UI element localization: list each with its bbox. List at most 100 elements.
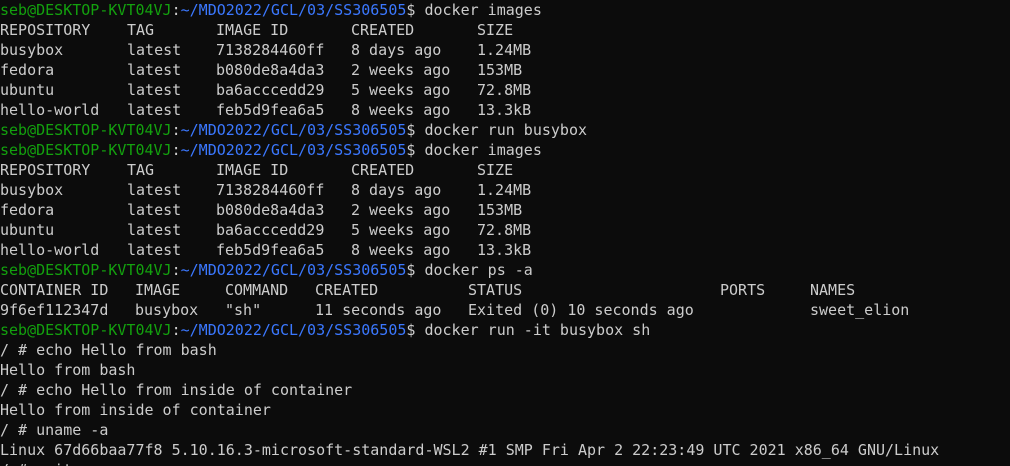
prompt-user-host: seb@DESKTOP-KVT04VJ (0, 1, 172, 19)
prompt-line: seb@DESKTOP-KVT04VJ:~/MDO2022/GCL/03/SS3… (0, 320, 650, 340)
table-cell: busybox (0, 181, 64, 199)
table-cell: latest (127, 181, 182, 199)
table-cell: 8 days ago (351, 41, 442, 59)
prompt-symbol: $ (406, 1, 425, 19)
table-cell: fedora (0, 61, 55, 79)
prompt-path: ~/MDO2022/GCL/03/SS306505 (180, 321, 407, 339)
column-header: REPOSITORY (0, 21, 91, 39)
table-cell: 1.24MB (477, 41, 532, 59)
table-cell: b080de8a4da3 (216, 201, 325, 219)
prompt-user-host: seb@DESKTOP-KVT04VJ (0, 261, 172, 279)
table-cell: "sh" (225, 301, 262, 319)
table-cell: fedora (0, 201, 55, 219)
table-cell: feb5d9fea6a5 (216, 101, 325, 119)
prompt-separator: : (171, 1, 181, 19)
shell-output-line: / # exit (0, 460, 72, 466)
prompt-user-host: seb@DESKTOP-KVT04VJ (0, 321, 172, 339)
table-cell: 2 weeks ago (351, 201, 451, 219)
table-cell: ba6acccedd29 (216, 221, 325, 239)
prompt-path: ~/MDO2022/GCL/03/SS306505 (180, 261, 407, 279)
prompt-symbol: $ (406, 141, 425, 159)
table-cell: ubuntu (0, 221, 55, 239)
column-header: IMAGE ID (216, 21, 289, 39)
shell-output-line: / # uname -a (0, 421, 109, 439)
table-cell: sweet_elion (810, 301, 910, 319)
prompt-symbol: $ (406, 121, 425, 139)
column-header: SIZE (477, 161, 514, 179)
command-text: docker ps -a (424, 261, 533, 279)
table-cell: 7138284460ff (216, 181, 325, 199)
prompt-separator: : (171, 321, 181, 339)
table-cell: hello-world (0, 241, 100, 259)
table-cell: 7138284460ff (216, 41, 325, 59)
prompt-line: seb@DESKTOP-KVT04VJ:~/MDO2022/GCL/03/SS3… (0, 0, 542, 20)
table-cell: latest (127, 41, 182, 59)
command-text: docker run busybox (424, 121, 588, 139)
prompt-line: seb@DESKTOP-KVT04VJ:~/MDO2022/GCL/03/SS3… (0, 120, 587, 140)
terminal-window[interactable]: seb@DESKTOP-KVT04VJ:~/MDO2022/GCL/03/SS3… (0, 0, 1010, 466)
column-header: PORTS (720, 281, 766, 299)
prompt-line: seb@DESKTOP-KVT04VJ:~/MDO2022/GCL/03/SS3… (0, 260, 533, 280)
table-cell: 13.3kB (477, 101, 532, 119)
table-cell: b080de8a4da3 (216, 61, 325, 79)
column-header: IMAGE ID (216, 161, 289, 179)
table-cell: latest (127, 201, 182, 219)
table-cell: 8 weeks ago (351, 101, 451, 119)
prompt-path: ~/MDO2022/GCL/03/SS306505 (180, 121, 407, 139)
prompt-separator: : (171, 261, 181, 279)
table-cell: ubuntu (0, 81, 55, 99)
column-header: TAG (127, 161, 155, 179)
table-cell: 9f6ef112347d (0, 301, 109, 319)
table-cell: 8 days ago (351, 181, 442, 199)
column-header: CREATED (315, 281, 379, 299)
table-cell: Exited (0) 10 seconds ago (468, 301, 694, 319)
table-cell: busybox (135, 301, 199, 319)
shell-output-line: / # echo Hello from bash (0, 341, 217, 359)
table-cell: 8 weeks ago (351, 241, 451, 259)
table-cell: 72.8MB (477, 81, 532, 99)
table-cell: latest (127, 241, 182, 259)
prompt-symbol: $ (406, 261, 425, 279)
table-cell: latest (127, 101, 182, 119)
table-cell: 153MB (477, 61, 523, 79)
table-cell: 5 weeks ago (351, 81, 451, 99)
column-header: REPOSITORY (0, 161, 91, 179)
column-header: TAG (127, 21, 155, 39)
prompt-line: seb@DESKTOP-KVT04VJ:~/MDO2022/GCL/03/SS3… (0, 140, 542, 160)
column-header: CREATED (351, 21, 415, 39)
column-header: CONTAINER ID (0, 281, 109, 299)
shell-output-line: / # echo Hello from inside of container (0, 381, 353, 399)
table-cell: 5 weeks ago (351, 221, 451, 239)
shell-output-line: Hello from inside of container (0, 401, 271, 419)
table-cell: latest (127, 81, 182, 99)
table-cell: hello-world (0, 101, 100, 119)
column-header: CREATED (351, 161, 415, 179)
prompt-separator: : (171, 141, 181, 159)
command-text: docker images (424, 141, 542, 159)
prompt-user-host: seb@DESKTOP-KVT04VJ (0, 141, 172, 159)
table-cell: 153MB (477, 201, 523, 219)
table-cell: 11 seconds ago (315, 301, 442, 319)
table-cell: busybox (0, 41, 64, 59)
table-cell: 72.8MB (477, 221, 532, 239)
prompt-separator: : (171, 121, 181, 139)
prompt-user-host: seb@DESKTOP-KVT04VJ (0, 121, 172, 139)
table-cell: feb5d9fea6a5 (216, 241, 325, 259)
prompt-path: ~/MDO2022/GCL/03/SS306505 (180, 1, 407, 19)
table-cell: 1.24MB (477, 181, 532, 199)
prompt-symbol: $ (406, 321, 425, 339)
table-cell: 13.3kB (477, 241, 532, 259)
column-header: STATUS (468, 281, 523, 299)
shell-output-line: Linux 67d66baa77f8 5.10.16.3-microsoft-s… (0, 441, 940, 459)
table-cell: 2 weeks ago (351, 61, 451, 79)
shell-output-line: Hello from bash (0, 361, 136, 379)
table-cell: latest (127, 61, 182, 79)
column-header: SIZE (477, 21, 514, 39)
command-text: docker run -it busybox sh (424, 321, 651, 339)
prompt-path: ~/MDO2022/GCL/03/SS306505 (180, 141, 407, 159)
column-header: COMMAND (225, 281, 289, 299)
command-text: docker images (424, 1, 542, 19)
table-cell: ba6acccedd29 (216, 81, 325, 99)
column-header: IMAGE (135, 281, 181, 299)
column-header: NAMES (810, 281, 856, 299)
